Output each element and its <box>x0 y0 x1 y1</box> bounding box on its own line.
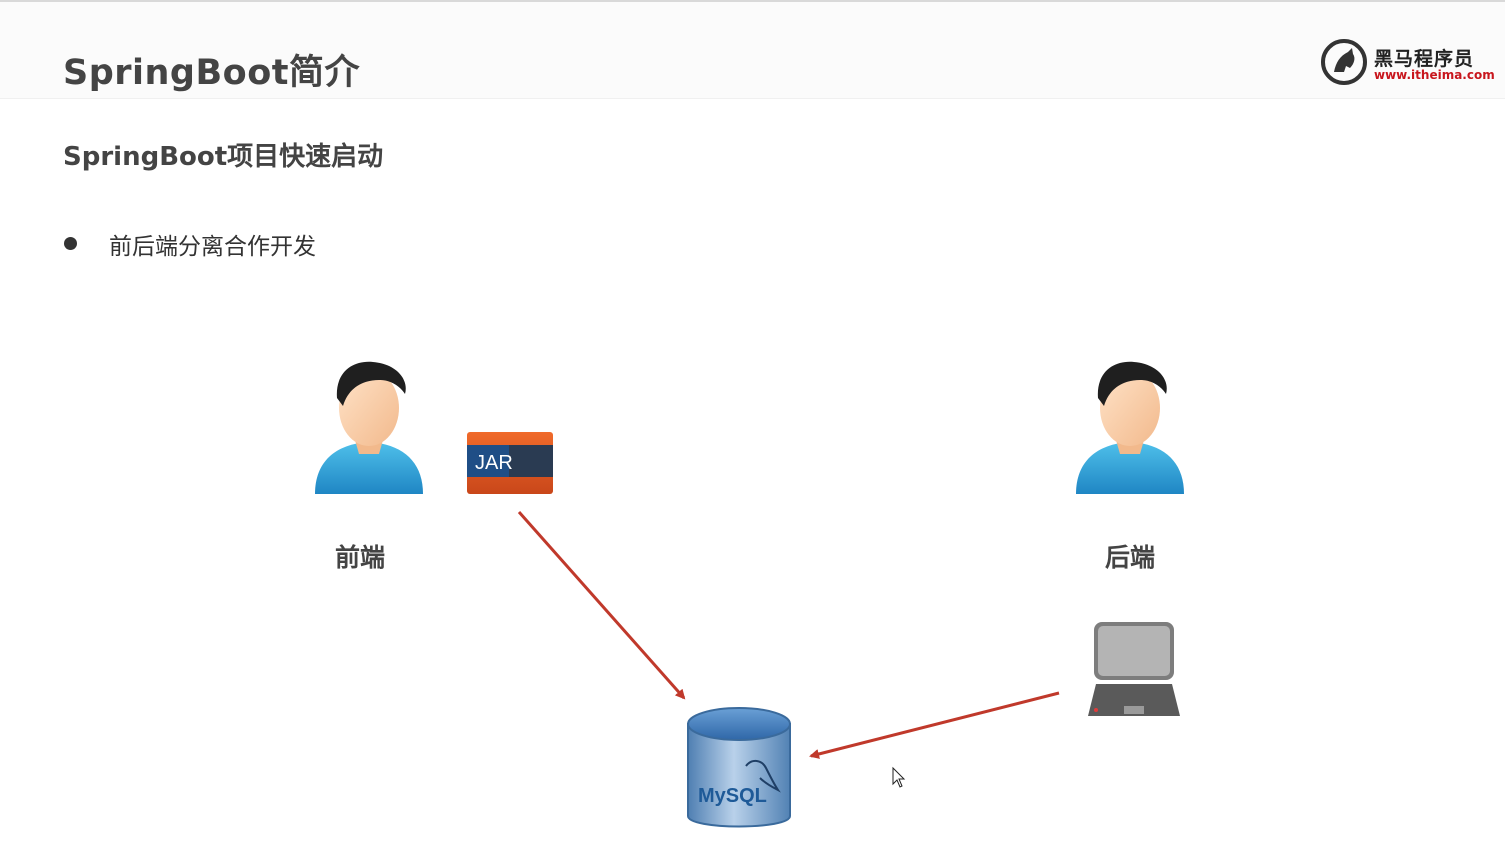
frontend-person-icon <box>315 361 423 494</box>
backend-label: 后端 <box>1105 543 1156 572</box>
architecture-diagram: JAR MySQL <box>315 361 1184 828</box>
jar-icon: JAR <box>467 432 553 494</box>
database-icon: MySQL <box>687 707 791 828</box>
db-label: MySQL <box>698 785 767 807</box>
backend-person-icon <box>1076 361 1184 494</box>
arrow-frontend-to-db <box>517 511 686 700</box>
frontend-label: 前端 <box>335 543 386 572</box>
mouse-cursor-icon <box>892 766 906 788</box>
laptop-icon <box>1088 622 1180 716</box>
arrow-backend-to-db <box>809 691 1060 759</box>
jar-label: JAR <box>475 452 513 474</box>
